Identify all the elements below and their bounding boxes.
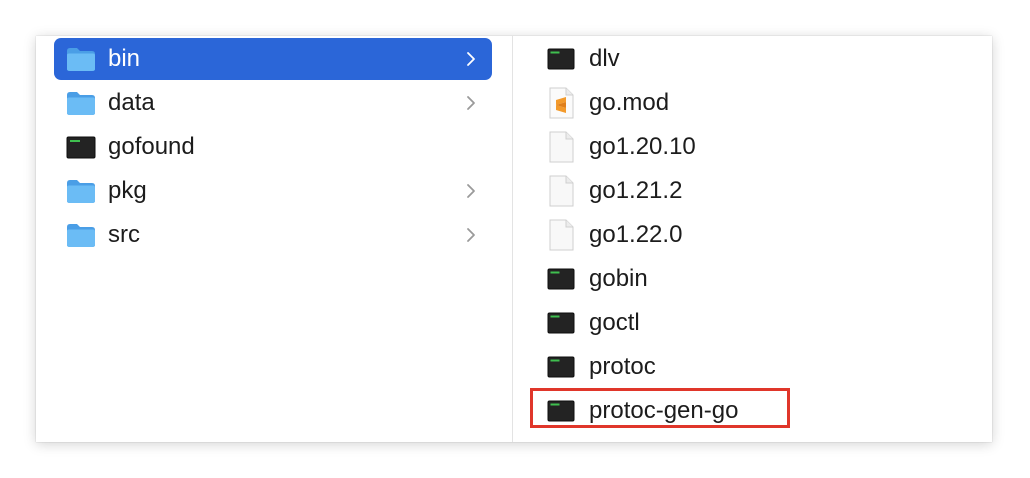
left-item-label: data: [108, 89, 155, 116]
folder-icon: [67, 180, 95, 203]
right-item-go-mod[interactable]: go.mod: [547, 82, 977, 124]
blank-document-icon: [549, 219, 574, 251]
left-item-gofound[interactable]: gofound: [54, 126, 492, 168]
executable-icon: [547, 312, 575, 334]
folder-icon: [67, 48, 95, 71]
left-item-label: src: [108, 221, 140, 248]
right-item-label: go1.22.0: [589, 221, 683, 248]
executable-icon: [66, 136, 96, 159]
right-item-label: dlv: [589, 45, 620, 72]
right-item-goctl[interactable]: goctl: [547, 302, 977, 344]
chevron-right-icon: [467, 52, 475, 66]
executable-icon: [547, 356, 575, 378]
left-item-pkg[interactable]: pkg: [54, 170, 492, 212]
right-item-label: gobin: [589, 265, 648, 292]
left-item-src[interactable]: src: [54, 214, 492, 256]
right-item-label: go.mod: [589, 89, 670, 116]
sublime-document-icon: [549, 87, 574, 119]
left-item-label: gofound: [108, 133, 195, 160]
executable-icon: [547, 48, 575, 70]
right-item-label: protoc: [589, 353, 656, 380]
left-item-bin[interactable]: bin: [54, 38, 492, 80]
folder-icon: [67, 224, 95, 247]
screenshot-stage: bin data gofound pkg src dlv go.mod go1.…: [0, 0, 1030, 478]
right-item-label: go1.21.2: [589, 177, 683, 204]
left-item-label: pkg: [108, 177, 147, 204]
right-item-dlv[interactable]: dlv: [547, 38, 977, 80]
chevron-right-icon: [467, 228, 475, 242]
right-item-label: protoc-gen-go: [589, 397, 739, 424]
right-item-protoc[interactable]: protoc: [547, 346, 977, 388]
left-item-label: bin: [108, 45, 141, 72]
folder-icon: [67, 92, 95, 115]
chevron-right-icon: [467, 96, 475, 110]
right-item-protoc-gen-go[interactable]: protoc-gen-go: [547, 390, 977, 432]
right-item-go1-20-10[interactable]: go1.20.10: [547, 126, 977, 168]
executable-icon: [547, 268, 575, 290]
right-item-gobin[interactable]: gobin: [547, 258, 977, 300]
right-item-label: goctl: [589, 309, 640, 336]
finder-column-view: bin data gofound pkg src dlv go.mod go1.…: [36, 36, 992, 442]
left-item-data[interactable]: data: [54, 82, 492, 124]
right-item-go1-22-0[interactable]: go1.22.0: [547, 214, 977, 256]
right-column: dlv go.mod go1.20.10 go1.21.2 go1.22.0 g…: [513, 36, 992, 442]
left-column: bin data gofound pkg src: [36, 36, 512, 442]
right-item-label: go1.20.10: [589, 133, 696, 160]
chevron-right-icon: [467, 184, 475, 198]
right-item-go1-21-2[interactable]: go1.21.2: [547, 170, 977, 212]
executable-icon: [547, 400, 575, 422]
blank-document-icon: [549, 175, 574, 207]
blank-document-icon: [549, 131, 574, 163]
